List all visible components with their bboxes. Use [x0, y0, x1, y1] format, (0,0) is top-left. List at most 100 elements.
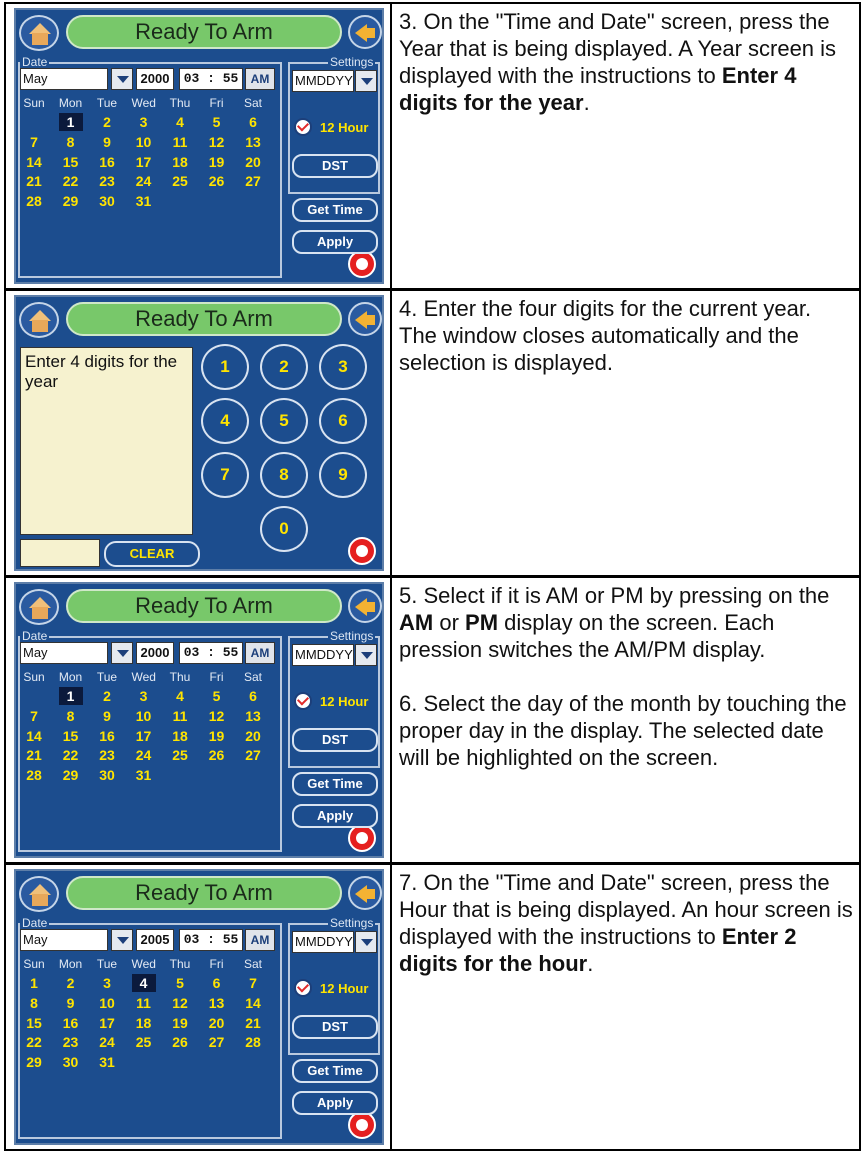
- calendar-day[interactable]: 7: [22, 133, 46, 151]
- year-field[interactable]: 2005: [136, 929, 174, 951]
- calendar-day[interactable]: 23: [95, 172, 119, 190]
- calendar-day[interactable]: 12: [205, 707, 229, 725]
- calendar-day[interactable]: 17: [132, 727, 156, 745]
- home-button[interactable]: [19, 15, 59, 51]
- calendar-day[interactable]: 6: [205, 974, 229, 992]
- year-field[interactable]: 2000: [136, 68, 174, 90]
- calendar-day[interactable]: 8: [22, 994, 46, 1012]
- calendar-day[interactable]: 22: [22, 1033, 46, 1051]
- calendar-day[interactable]: 25: [168, 172, 192, 190]
- calendar-day[interactable]: 15: [22, 1014, 46, 1032]
- calendar-day[interactable]: 3: [132, 687, 156, 705]
- calendar-day[interactable]: 18: [168, 153, 192, 171]
- keypad-key[interactable]: 1: [201, 344, 249, 390]
- calendar-day[interactable]: 14: [22, 153, 46, 171]
- calendar-day[interactable]: 20: [241, 727, 265, 745]
- calendar-day[interactable]: 18: [168, 727, 192, 745]
- month-select[interactable]: May: [20, 929, 108, 951]
- calendar-day[interactable]: 5: [205, 687, 229, 705]
- calendar-day[interactable]: 10: [132, 707, 156, 725]
- calendar-day[interactable]: 2: [59, 974, 83, 992]
- calendar-day[interactable]: 15: [59, 727, 83, 745]
- clear-button[interactable]: CLEAR: [104, 541, 200, 567]
- calendar-day[interactable]: 22: [59, 172, 83, 190]
- calendar-day[interactable]: 26: [168, 1033, 192, 1051]
- calendar-day[interactable]: 23: [95, 746, 119, 764]
- calendar-day[interactable]: 13: [241, 707, 265, 725]
- calendar-day[interactable]: 4: [131, 974, 156, 992]
- format-dropdown-button[interactable]: [355, 644, 377, 666]
- twelve-hour-toggle[interactable]: 12 Hour: [290, 975, 378, 1001]
- calendar-day[interactable]: 11: [168, 133, 192, 151]
- date-format-select[interactable]: MMDDYY: [292, 931, 354, 953]
- calendar-day[interactable]: 6: [241, 687, 265, 705]
- calendar-day[interactable]: 18: [132, 1014, 156, 1032]
- calendar-day[interactable]: 19: [168, 1014, 192, 1032]
- keypad-key[interactable]: 9: [319, 452, 367, 498]
- calendar-day[interactable]: 17: [95, 1014, 119, 1032]
- time-field[interactable]: 03 : 55: [179, 68, 243, 90]
- apply-button[interactable]: Apply: [292, 1091, 378, 1115]
- ampm-toggle[interactable]: AM: [245, 642, 275, 664]
- calendar-day[interactable]: 20: [241, 153, 265, 171]
- keypad-key[interactable]: 8: [260, 452, 308, 498]
- date-format-select[interactable]: MMDDYY: [292, 644, 354, 666]
- emergency-button[interactable]: [348, 537, 376, 565]
- time-field[interactable]: 03 : 55: [179, 642, 243, 664]
- month-select[interactable]: May: [20, 68, 108, 90]
- calendar-day[interactable]: 16: [95, 727, 119, 745]
- get-time-button[interactable]: Get Time: [292, 1059, 378, 1083]
- calendar-day[interactable]: 16: [95, 153, 119, 171]
- back-button[interactable]: [348, 876, 382, 910]
- calendar-day[interactable]: 4: [168, 687, 192, 705]
- calendar-day[interactable]: 17: [132, 153, 156, 171]
- month-select[interactable]: May: [20, 642, 108, 664]
- home-button[interactable]: [19, 589, 59, 625]
- calendar-day[interactable]: 29: [22, 1053, 46, 1071]
- home-button[interactable]: [19, 876, 59, 912]
- back-button[interactable]: [348, 589, 382, 623]
- calendar-day[interactable]: 24: [95, 1033, 119, 1051]
- calendar-day[interactable]: 1: [58, 687, 83, 705]
- calendar-day[interactable]: 30: [95, 766, 119, 784]
- calendar-day[interactable]: 14: [22, 727, 46, 745]
- calendar-day[interactable]: 10: [95, 994, 119, 1012]
- calendar-day[interactable]: 28: [241, 1033, 265, 1051]
- calendar-day[interactable]: 26: [205, 746, 229, 764]
- calendar-day[interactable]: 8: [59, 707, 83, 725]
- ampm-toggle[interactable]: AM: [245, 929, 275, 951]
- apply-button[interactable]: Apply: [292, 230, 378, 254]
- calendar-day[interactable]: 27: [205, 1033, 229, 1051]
- home-button[interactable]: [19, 302, 59, 338]
- calendar-day[interactable]: 19: [205, 727, 229, 745]
- calendar-day[interactable]: 11: [168, 707, 192, 725]
- calendar-day[interactable]: 19: [205, 153, 229, 171]
- calendar-day[interactable]: 25: [168, 746, 192, 764]
- calendar-day[interactable]: 12: [205, 133, 229, 151]
- keypad-key[interactable]: 7: [201, 452, 249, 498]
- calendar-day[interactable]: 21: [241, 1014, 265, 1032]
- calendar-day[interactable]: 8: [59, 133, 83, 151]
- keypad-key[interactable]: 6: [319, 398, 367, 444]
- calendar-day[interactable]: 2: [95, 687, 119, 705]
- calendar-day[interactable]: 11: [132, 994, 156, 1012]
- calendar-day[interactable]: 26: [205, 172, 229, 190]
- calendar-day[interactable]: 27: [241, 172, 265, 190]
- keypad-key[interactable]: 5: [260, 398, 308, 444]
- calendar-day[interactable]: 3: [95, 974, 119, 992]
- year-field[interactable]: 2000: [136, 642, 174, 664]
- calendar-day[interactable]: 21: [22, 746, 46, 764]
- keypad-key[interactable]: 3: [319, 344, 367, 390]
- calendar-day[interactable]: 28: [22, 192, 46, 210]
- get-time-button[interactable]: Get Time: [292, 772, 378, 796]
- calendar-day[interactable]: 4: [168, 113, 192, 131]
- calendar-day[interactable]: 29: [59, 192, 83, 210]
- calendar-day[interactable]: 9: [95, 707, 119, 725]
- calendar-day[interactable]: 20: [205, 1014, 229, 1032]
- calendar-day[interactable]: 7: [22, 707, 46, 725]
- calendar-day[interactable]: 9: [59, 994, 83, 1012]
- calendar-day[interactable]: 9: [95, 133, 119, 151]
- calendar-day[interactable]: 14: [241, 994, 265, 1012]
- calendar-day[interactable]: 30: [59, 1053, 83, 1071]
- month-dropdown-button[interactable]: [111, 68, 133, 90]
